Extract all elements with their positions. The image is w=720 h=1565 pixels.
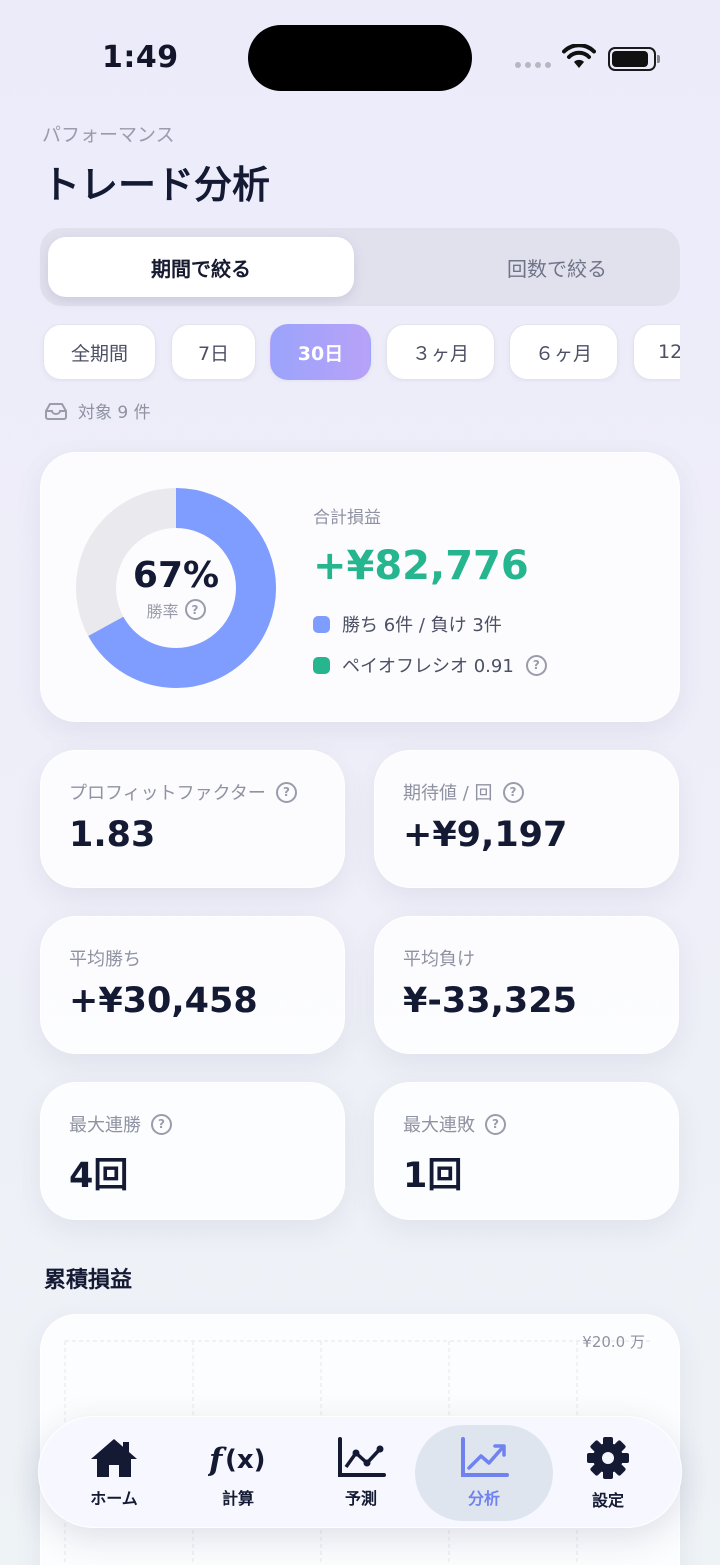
average-loss-card: 平均負け ¥-33,325 bbox=[374, 916, 679, 1054]
win-rate-label: 勝率 bbox=[146, 601, 179, 621]
win-loss-record: 勝ち 6件 / 負け 3件 bbox=[342, 615, 502, 636]
help-icon[interactable]: ? bbox=[485, 1113, 506, 1135]
metric-value: 1回 bbox=[403, 1156, 463, 1196]
chip-7-days[interactable]: 7日 bbox=[171, 324, 256, 380]
max-loss-streak-card: 最大連敗? 1回 bbox=[374, 1082, 679, 1220]
tab-home[interactable]: ホーム bbox=[45, 1425, 183, 1521]
tab-settings-label: 設定 bbox=[591, 1491, 624, 1510]
chip-all-period[interactable]: 全期間 bbox=[43, 324, 156, 380]
payoff-legend: ペイオフレシオ 0.91 ? bbox=[313, 652, 547, 678]
filter-mode-segmented-control: 期間で絞る 回数で絞る bbox=[40, 228, 680, 306]
trend-chart-icon bbox=[461, 1437, 509, 1477]
battery-icon bbox=[608, 47, 660, 71]
svg-text:(x): (x) bbox=[225, 1445, 266, 1475]
status-time: 1:49 bbox=[102, 40, 179, 75]
segment-by-count[interactable]: 回数で絞る bbox=[404, 237, 710, 297]
win-rate-value: 67% bbox=[132, 554, 220, 596]
tab-forecast[interactable]: 予測 bbox=[292, 1425, 430, 1521]
metric-label: 期待値 / 回 bbox=[403, 783, 493, 804]
payoff-legend-swatch bbox=[313, 656, 330, 674]
page-eyebrow: パフォーマンス bbox=[42, 124, 175, 146]
chip-3-months[interactable]: ３ヶ月 bbox=[386, 324, 495, 380]
tab-analysis[interactable]: 分析 bbox=[415, 1425, 553, 1521]
metric-label: プロフィットファクター bbox=[69, 783, 266, 804]
total-pl-value: +¥82,776 bbox=[313, 543, 529, 589]
metric-value: ¥-33,325 bbox=[403, 981, 577, 1021]
tab-home-label: ホーム bbox=[90, 1489, 138, 1508]
chip-6-months[interactable]: ６ヶ月 bbox=[509, 324, 618, 380]
metric-label: 平均勝ち bbox=[69, 949, 141, 970]
metric-value: +¥9,197 bbox=[403, 815, 568, 855]
chart-y-max-label: ¥20.0 万 bbox=[582, 1333, 645, 1351]
metric-value: 1.83 bbox=[69, 815, 156, 855]
win-loss-legend: 勝ち 6件 / 負け 3件 bbox=[313, 611, 502, 637]
help-icon[interactable]: ? bbox=[151, 1113, 172, 1135]
period-chip-row: 全期間 7日 30日 ３ヶ月 ６ヶ月 12 bbox=[0, 324, 680, 382]
function-icon: ƒ (x) bbox=[208, 1442, 266, 1478]
average-win-card: 平均勝ち +¥30,458 bbox=[40, 916, 345, 1054]
metric-value: +¥30,458 bbox=[69, 981, 258, 1021]
help-icon[interactable]: ? bbox=[275, 781, 297, 803]
cellular-signal-icon bbox=[515, 62, 551, 68]
cumulative-pl-heading: 累積損益 bbox=[44, 1268, 133, 1293]
tab-forecast-label: 予測 bbox=[344, 1489, 377, 1508]
metric-label: 最大連勝 bbox=[69, 1115, 141, 1136]
house-icon bbox=[91, 1439, 137, 1477]
bottom-tab-bar: ホーム ƒ (x) 計算 予測 分析 設定 bbox=[38, 1416, 682, 1528]
donut-center: 67% 勝率 ? bbox=[75, 487, 277, 689]
segment-by-period[interactable]: 期間で絞る bbox=[48, 237, 354, 297]
line-chart-icon bbox=[338, 1437, 386, 1477]
dynamic-island bbox=[248, 25, 472, 91]
help-icon[interactable]: ? bbox=[184, 599, 206, 620]
target-count-text: 対象 9 件 bbox=[78, 403, 151, 423]
chip-30-days[interactable]: 30日 bbox=[270, 324, 371, 380]
wifi-icon bbox=[562, 44, 596, 68]
tab-calc-label: 計算 bbox=[221, 1489, 254, 1508]
max-win-streak-card: 最大連勝? 4回 bbox=[40, 1082, 345, 1220]
metric-label: 最大連敗 bbox=[403, 1115, 475, 1136]
metric-label: 平均負け bbox=[403, 949, 475, 970]
tray-icon bbox=[45, 402, 67, 420]
help-icon[interactable]: ? bbox=[502, 781, 524, 803]
win-rate-summary-card: 67% 勝率 ? 合計損益 +¥82,776 勝ち 6件 / 負け 3件 ペイオ… bbox=[40, 452, 680, 722]
payoff-ratio: ペイオフレシオ 0.91 bbox=[342, 656, 514, 677]
metric-value: 4回 bbox=[69, 1156, 129, 1196]
target-count: 対象 9 件 bbox=[44, 398, 151, 423]
win-legend-swatch bbox=[313, 615, 330, 633]
expectancy-card: 期待値 / 回? +¥9,197 bbox=[374, 750, 679, 888]
total-pl-label: 合計損益 bbox=[313, 508, 381, 528]
chip-12-months[interactable]: 12 bbox=[633, 324, 680, 380]
tab-settings[interactable]: 設定 bbox=[539, 1425, 677, 1521]
tab-calc[interactable]: ƒ (x) 計算 bbox=[169, 1425, 307, 1521]
win-rate-label-row: 勝率 ? bbox=[146, 598, 206, 622]
page-title: トレード分析 bbox=[42, 163, 271, 207]
gear-icon bbox=[587, 1437, 629, 1479]
profit-factor-card: プロフィットファクター? 1.83 bbox=[40, 750, 345, 888]
status-bar: 1:49 bbox=[0, 0, 720, 110]
help-icon[interactable]: ? bbox=[525, 654, 547, 676]
tab-analysis-label: 分析 bbox=[467, 1489, 500, 1508]
